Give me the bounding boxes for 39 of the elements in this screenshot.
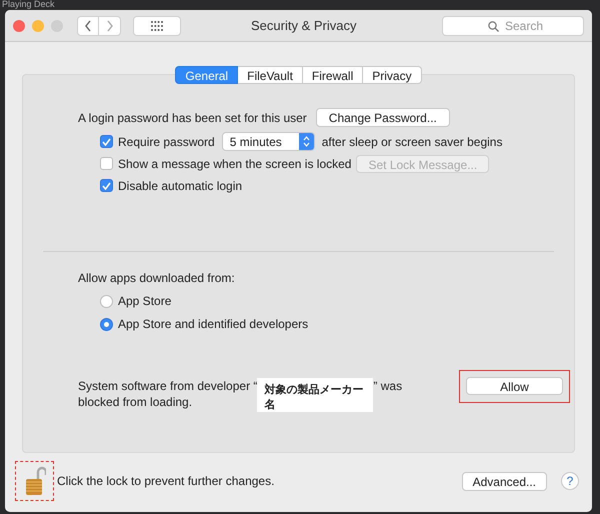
lock-status-text: Click the lock to prevent further changes. (57, 473, 274, 490)
option-text: after sleep or screen saver begins (322, 134, 502, 150)
checkbox[interactable] (100, 179, 113, 192)
allow-button[interactable]: Allow (466, 377, 563, 395)
updown-icon (302, 136, 310, 147)
chevron-left-icon (84, 20, 92, 32)
minimize-button[interactable] (32, 20, 44, 32)
blocked-message-text: blocked from loading. (78, 394, 194, 410)
radio-label: App Store and identified developers (118, 316, 308, 333)
tab[interactable]: Firewall (302, 66, 364, 84)
radio-label: App Store (118, 293, 172, 310)
search-field[interactable]: Search (442, 16, 584, 36)
checkbox-label: Disable automatic login (118, 178, 242, 194)
blocked-message-text: ” was (373, 378, 402, 394)
checkbox-label: Show a message when the screen is locked (118, 156, 352, 172)
advanced-button[interactable]: Advanced... (462, 472, 547, 490)
radio-button[interactable] (100, 294, 113, 308)
checkbox[interactable] (100, 135, 113, 148)
back-button[interactable] (77, 16, 99, 36)
checkbox-label: Require password (118, 134, 215, 150)
tab[interactable]: FileVault (238, 66, 303, 84)
grid-icon (151, 20, 163, 30)
window-title: Security & Privacy (251, 16, 356, 35)
chevron-right-icon (106, 20, 114, 32)
background-text: Playing Deck (2, 0, 55, 9)
developer-name: 対象の製品メーカー名 (257, 378, 374, 412)
section-heading: Allow apps downloaded from: (78, 270, 236, 287)
close-button[interactable] (13, 20, 25, 32)
tab[interactable]: General (175, 66, 238, 84)
radio-button[interactable] (100, 318, 113, 330)
show-all-button[interactable] (133, 16, 181, 36)
tab[interactable]: Privacy (363, 66, 422, 84)
search-icon (488, 20, 499, 32)
help-button[interactable]: ? (561, 472, 579, 490)
interval-dropdown[interactable]: 5 minutes (222, 132, 315, 151)
password-status-text: A login password has been set for this user (78, 110, 307, 126)
blocked-message-text: System software from developer “ (78, 378, 258, 394)
change-password-button[interactable]: Change Password... (316, 108, 450, 127)
padlock-icon[interactable] (24, 466, 46, 496)
